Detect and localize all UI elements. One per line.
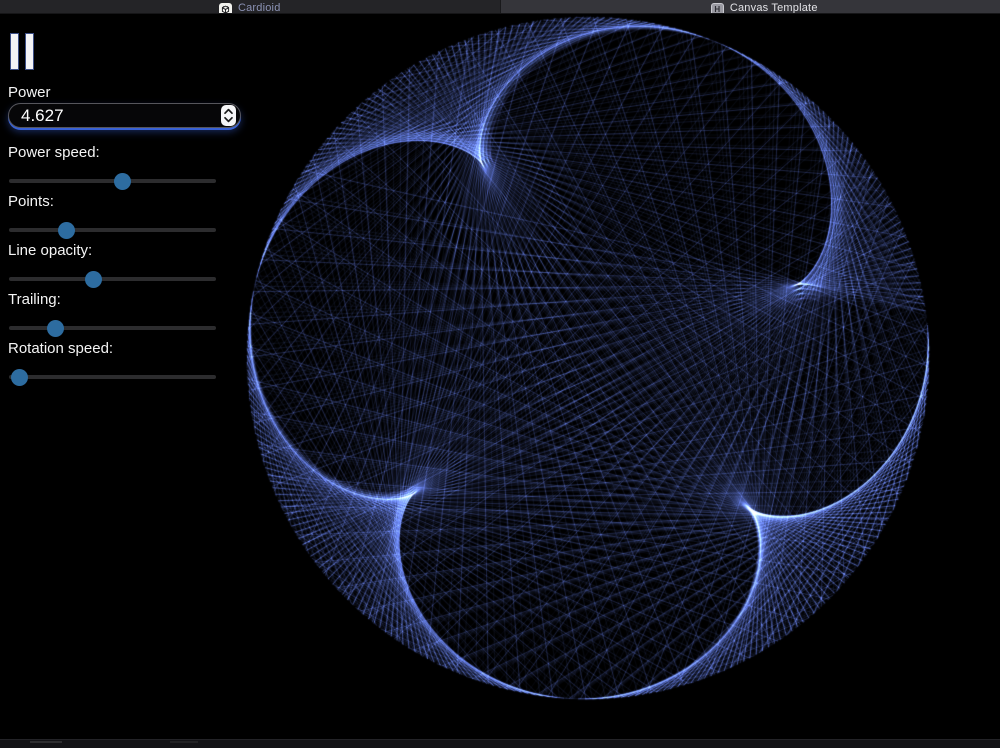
trailing-slider[interactable]: [9, 319, 216, 337]
tab-label: Canvas Template: [730, 2, 818, 13]
rotation-speed-label: Rotation speed:: [8, 340, 216, 358]
pause-button[interactable]: [10, 33, 34, 70]
tab-label: Cardioid: [238, 2, 281, 13]
number-stepper[interactable]: [221, 105, 236, 126]
bottom-bar-dash: [170, 741, 198, 743]
slider-thumb[interactable]: [114, 173, 131, 190]
slider-thumb[interactable]: [58, 222, 75, 239]
slider-track[interactable]: [9, 277, 216, 281]
points-label: Points:: [8, 193, 216, 211]
slider-group-line-opacity: Line opacity:: [9, 242, 216, 288]
open-box-icon: [219, 3, 232, 13]
slider-group-rotation-speed: Rotation speed:: [9, 340, 216, 386]
line-opacity-label: Line opacity:: [8, 242, 216, 260]
letter-h-icon: H: [711, 3, 724, 13]
slider-group-trailing: Trailing:: [9, 291, 216, 337]
points-slider[interactable]: [9, 221, 216, 239]
bottom-bar-dash: [30, 741, 62, 743]
pause-icon: [25, 33, 34, 70]
slider-track[interactable]: [9, 375, 216, 379]
pause-icon: [10, 33, 19, 70]
slider-group-power-speed: Power speed:: [9, 144, 216, 190]
slider-thumb[interactable]: [85, 271, 102, 288]
slider-track[interactable]: [9, 179, 216, 183]
browser-tab-bar: Cardioid H Canvas Template: [0, 0, 1000, 14]
rotation-speed-slider[interactable]: [9, 368, 216, 386]
power-speed-label: Power speed:: [8, 144, 216, 162]
slider-track[interactable]: [9, 228, 216, 232]
trailing-label: Trailing:: [8, 291, 216, 309]
tab-canvas-template[interactable]: H Canvas Template: [500, 0, 1000, 13]
power-input[interactable]: [8, 103, 241, 128]
bottom-edge-bar: [0, 739, 1000, 748]
power-label: Power: [8, 84, 51, 101]
line-opacity-slider[interactable]: [9, 270, 216, 288]
power-speed-slider[interactable]: [9, 172, 216, 190]
tab-cardioid[interactable]: Cardioid: [0, 0, 500, 13]
stepper-chevrons-icon: [223, 107, 234, 124]
slider-track[interactable]: [9, 326, 216, 330]
slider-thumb[interactable]: [47, 320, 64, 337]
slider-group-points: Points:: [9, 193, 216, 239]
slider-thumb[interactable]: [11, 369, 28, 386]
